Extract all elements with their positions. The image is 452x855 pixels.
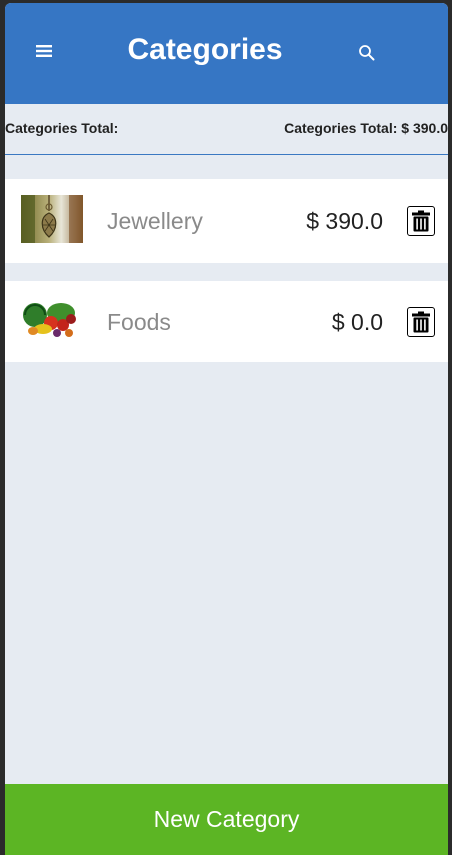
app-header: Categories [5, 3, 448, 104]
category-name: Jewellery [107, 208, 203, 234]
totals-value: Categories Total: $ 390.0 [284, 120, 448, 136]
category-name: Foods [107, 309, 171, 335]
delete-category-button[interactable] [407, 206, 435, 236]
page-title: Categories [127, 33, 283, 66]
totals-label: Categories Total: [5, 120, 119, 136]
category-row-foods[interactable]: Foods $ 0.0 [5, 281, 448, 362]
search-icon [359, 45, 375, 61]
category-amount: $ 0.0 [331, 309, 383, 335]
trash-icon [412, 311, 430, 333]
new-category-button[interactable]: New Category [5, 784, 448, 855]
app-screen: Categories Categories Total: Categories … [5, 3, 448, 855]
search-button[interactable] [355, 41, 379, 65]
delete-category-button[interactable] [407, 307, 435, 337]
foods-thumbnail [21, 295, 83, 343]
jewellery-thumbnail [21, 195, 83, 243]
category-amount: $ 390.0 [306, 208, 383, 234]
category-row-jewellery[interactable]: Jewellery $ 390.0 [5, 179, 448, 263]
totals-bar: Categories Total: Categories Total: $ 39… [5, 104, 448, 155]
trash-icon [412, 210, 430, 232]
